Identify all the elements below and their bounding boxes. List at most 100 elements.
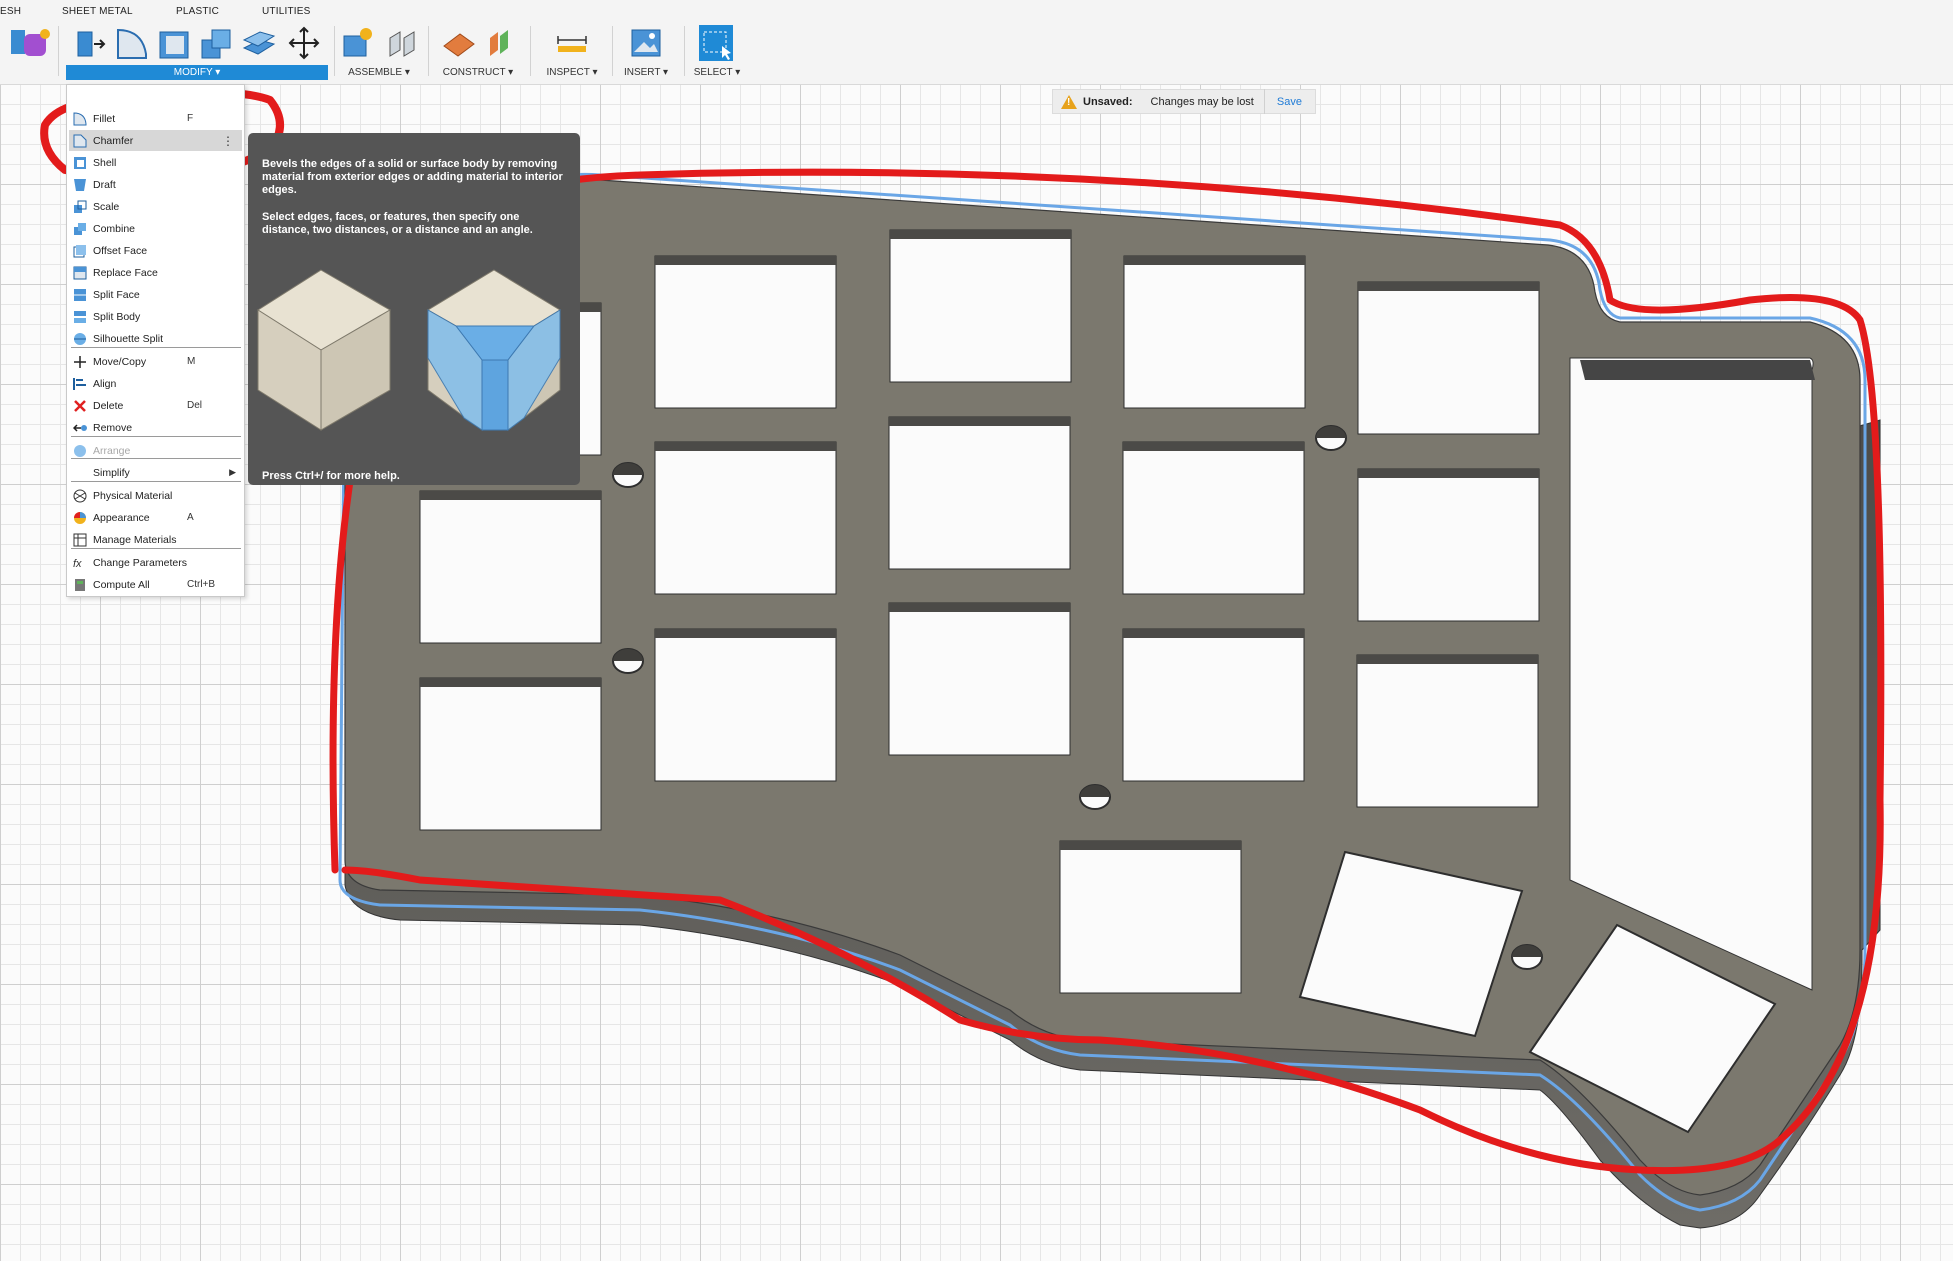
- insert-menu-button[interactable]: INSERT ▾: [616, 66, 676, 80]
- menu-separator: [71, 347, 241, 348]
- menu-separator: [71, 436, 241, 437]
- menu-item-offset-face[interactable]: Offset Face: [69, 240, 242, 261]
- shell-toolbar-icon[interactable]: [156, 24, 192, 62]
- menu-item-simplify[interactable]: Simplify ▶: [69, 462, 242, 483]
- menu-item-remove[interactable]: Remove: [69, 417, 242, 438]
- menu-item-label: Arrange: [93, 444, 131, 457]
- modify-dropdown-menu: Fillet F Chamfer ⋮ Shell Draft Scale Combine Off…: [66, 84, 245, 597]
- ribbon-toolbar: ESH SHEET METAL PLASTIC UTILITIES MODIFY…: [0, 0, 1953, 85]
- tab-utilities[interactable]: UTILITIES: [262, 6, 310, 17]
- menu-item-change-parameters[interactable]: fx Change Parameters: [69, 552, 242, 573]
- more-options-icon[interactable]: ⋮: [222, 134, 234, 148]
- menu-item-draft[interactable]: Draft: [69, 174, 242, 195]
- menu-item-compute-all[interactable]: Compute All Ctrl+B: [69, 574, 242, 595]
- switch-cutout[interactable]: [419, 677, 602, 831]
- chamfer-icon: [73, 134, 87, 148]
- cutout-wall: [889, 417, 1070, 426]
- inspect-menu-button[interactable]: INSPECT ▾: [540, 66, 604, 80]
- switch-cutout[interactable]: [888, 602, 1071, 756]
- switch-cutout[interactable]: [654, 628, 837, 782]
- menu-item-appearance[interactable]: Appearance A: [69, 507, 242, 528]
- switch-cutout[interactable]: [1356, 654, 1539, 808]
- combine-icon: [73, 222, 87, 236]
- cutout-wall: [1060, 841, 1241, 850]
- tab-plastic[interactable]: PLASTIC: [176, 6, 219, 17]
- tab-sheet-metal[interactable]: SHEET METAL: [62, 6, 133, 17]
- switch-cutout[interactable]: [1059, 840, 1242, 994]
- menu-item-split-body[interactable]: Split Body: [69, 306, 242, 327]
- modify-menu-button[interactable]: MODIFY ▾: [66, 65, 328, 80]
- menu-item-shell[interactable]: Shell: [69, 152, 242, 173]
- switch-cutout[interactable]: [1357, 281, 1540, 435]
- fillet-toolbar-icon[interactable]: [114, 24, 150, 62]
- menu-item-combine[interactable]: Combine: [69, 218, 242, 239]
- unsaved-banner: ! Unsaved: Changes may be lost Save: [1052, 89, 1316, 114]
- insert-image-icon[interactable]: [628, 24, 664, 62]
- menu-item-label: Offset Face: [93, 244, 148, 257]
- menu-item-label: Shell: [93, 156, 117, 169]
- plate-recess: [1569, 357, 1814, 991]
- new-component-icon[interactable]: [340, 24, 376, 62]
- menu-item-label: Replace Face: [93, 266, 158, 279]
- move-toolbar-icon[interactable]: [286, 24, 322, 62]
- switch-cutout[interactable]: [1122, 441, 1305, 595]
- manage-materials-icon: [73, 533, 87, 547]
- switch-cutout[interactable]: [889, 229, 1072, 383]
- cutout-wall: [655, 629, 836, 638]
- menu-item-label: Fillet: [93, 112, 116, 125]
- chamfer-tooltip: Bevels the edges of a solid or surface b…: [248, 133, 580, 485]
- cutout-wall: [420, 678, 601, 687]
- menu-item-physical-material[interactable]: Physical Material: [69, 485, 242, 506]
- menu-item-scale[interactable]: Scale: [69, 196, 242, 217]
- menu-item-silhouette-split[interactable]: Silhouette Split: [69, 328, 242, 349]
- menu-item-label: Remove: [93, 421, 133, 434]
- construct-menu-button[interactable]: CONSTRUCT ▾: [436, 66, 520, 80]
- menu-item-delete[interactable]: Delete Del: [69, 395, 242, 416]
- menu-item-split-face[interactable]: Split Face: [69, 284, 242, 305]
- cutout-wall: [655, 442, 836, 451]
- fx-icon: fx: [73, 556, 87, 570]
- menu-item-shortcut: Ctrl+B: [187, 579, 216, 590]
- unsaved-status: Unsaved:: [1083, 95, 1133, 108]
- menu-item-align[interactable]: Align: [69, 373, 242, 394]
- create-sketch-icon[interactable]: [0, 24, 25, 62]
- menu-item-label: Draft: [93, 178, 116, 191]
- switch-cutout[interactable]: [1123, 255, 1306, 409]
- switch-cutout[interactable]: [888, 416, 1071, 570]
- menu-item-fillet[interactable]: Fillet F: [69, 108, 242, 129]
- menu-item-replace-face[interactable]: Replace Face: [69, 262, 242, 283]
- assemble-menu-button[interactable]: ASSEMBLE ▾: [338, 66, 420, 80]
- tab-mesh[interactable]: ESH: [0, 6, 21, 17]
- measure-icon[interactable]: [554, 24, 590, 62]
- switch-cutout[interactable]: [1122, 628, 1305, 782]
- menu-item-shortcut: Del: [187, 400, 203, 411]
- save-link[interactable]: Save: [1277, 96, 1302, 108]
- menu-item-label: Appearance: [93, 511, 150, 524]
- switch-cutout[interactable]: [654, 441, 837, 595]
- menu-item-manage-materials[interactable]: Manage Materials: [69, 529, 242, 550]
- menu-item-label: Align: [93, 377, 117, 390]
- joint-icon[interactable]: [384, 24, 420, 62]
- menu-separator: [71, 548, 241, 549]
- split-face-icon: [73, 288, 87, 302]
- menu-item-label: Chamfer: [93, 134, 134, 147]
- arrange-icon: [73, 444, 87, 458]
- shell-icon: [73, 156, 87, 170]
- press-pull-icon[interactable]: [72, 24, 108, 62]
- create-form-icon[interactable]: [18, 24, 54, 62]
- offset-plane-icon[interactable]: [440, 24, 476, 62]
- menu-item-chamfer[interactable]: Chamfer ⋮: [69, 130, 242, 151]
- menu-item-label: Split Face: [93, 288, 140, 301]
- switch-cutout[interactable]: [419, 490, 602, 644]
- midplane-icon[interactable]: [484, 24, 520, 62]
- offset-face-icon: [73, 244, 87, 258]
- select-menu-button[interactable]: SELECT ▾: [686, 66, 748, 80]
- menu-item-shortcut: A: [187, 512, 194, 523]
- switch-cutout[interactable]: [1357, 468, 1540, 622]
- menu-item-move-copy[interactable]: Move/Copy M: [69, 351, 242, 372]
- select-icon[interactable]: [698, 24, 734, 62]
- switch-cutout[interactable]: [654, 255, 837, 409]
- offset-face-toolbar-icon[interactable]: [240, 24, 276, 62]
- combine-toolbar-icon[interactable]: [198, 24, 234, 62]
- unsaved-message: Changes may be lost: [1150, 95, 1254, 108]
